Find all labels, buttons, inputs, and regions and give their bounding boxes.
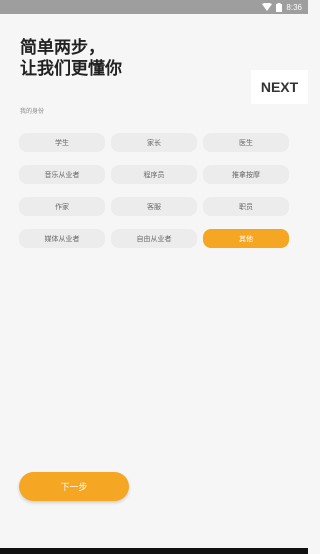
status-icons: 8:36 bbox=[262, 2, 302, 12]
next-button[interactable]: NEXT bbox=[251, 70, 308, 104]
identity-option-writer[interactable]: 作家 bbox=[19, 197, 105, 216]
identity-option-massage[interactable]: 推拿按摩 bbox=[203, 165, 289, 184]
battery-icon bbox=[276, 2, 283, 12]
identity-option-customer-service[interactable]: 客服 bbox=[111, 197, 197, 216]
identity-option-programmer[interactable]: 程序员 bbox=[111, 165, 197, 184]
status-bar: 8:36 bbox=[0, 0, 308, 14]
identity-option-doctor[interactable]: 医生 bbox=[203, 133, 289, 152]
status-time: 8:36 bbox=[286, 2, 302, 12]
title-line-2: 让我们更懂你 bbox=[20, 59, 122, 79]
identity-option-student[interactable]: 学生 bbox=[19, 133, 105, 152]
identity-option-media[interactable]: 媒体从业者 bbox=[19, 229, 105, 248]
wifi-icon bbox=[262, 3, 273, 11]
page-title: 简单两步， 让我们更懂你 bbox=[20, 38, 122, 80]
identity-options: 学生 家长 医生 音乐从业者 程序员 推拿按摩 作家 客服 职员 媒体从业者 自… bbox=[19, 133, 289, 248]
title-line-1: 简单两步， bbox=[20, 38, 105, 58]
identity-option-musician[interactable]: 音乐从业者 bbox=[19, 165, 105, 184]
next-step-button[interactable]: 下一步 bbox=[19, 472, 129, 501]
identity-option-freelancer[interactable]: 自由从业者 bbox=[111, 229, 197, 248]
identity-option-parent[interactable]: 家长 bbox=[111, 133, 197, 152]
identity-label: 我的身份 bbox=[20, 108, 45, 115]
identity-option-other[interactable]: 其他 bbox=[203, 229, 289, 248]
navigation-bar bbox=[0, 548, 308, 554]
identity-option-staff[interactable]: 职员 bbox=[203, 197, 289, 216]
